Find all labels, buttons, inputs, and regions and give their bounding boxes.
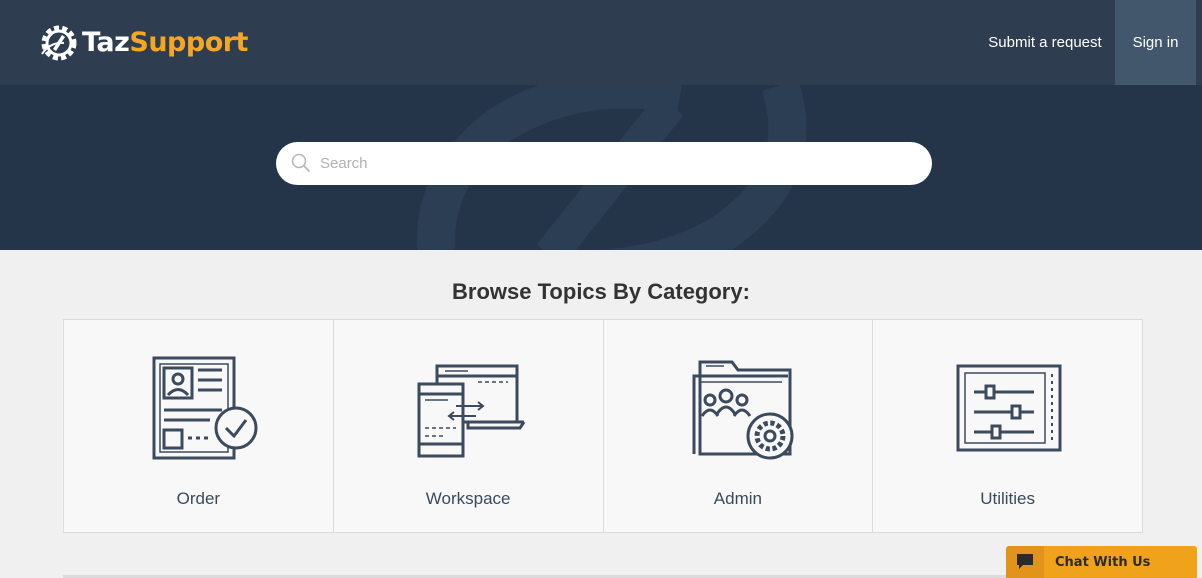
category-label-utilities: Utilities <box>980 489 1036 508</box>
admin-folder-gear-icon <box>692 360 794 460</box>
category-label-admin: Admin <box>713 489 762 508</box>
logo-text-support: Support <box>129 27 248 58</box>
search-input[interactable] <box>320 142 910 185</box>
search-bar[interactable] <box>276 142 932 185</box>
workspace-devices-icon <box>417 364 526 458</box>
category-label-workspace: Workspace <box>425 489 511 508</box>
category-card-order[interactable]: Order <box>64 320 334 532</box>
logo-text-taz: Taz <box>82 27 130 58</box>
chat-icon-box <box>1006 546 1044 578</box>
chat-with-us-button[interactable]: Chat With Us <box>1006 546 1197 578</box>
browse-topics-heading: Browse Topics By Category: <box>452 279 750 304</box>
site-header: TazSupport Submit a request Sign in <box>0 0 1202 85</box>
submit-request-link[interactable]: Submit a request <box>976 0 1114 85</box>
search-icon <box>291 153 311 173</box>
order-document-check-icon <box>152 356 258 460</box>
taz-support-logo[interactable]: TazSupport <box>38 22 248 64</box>
category-card-utilities[interactable]: Utilities <box>873 320 1142 532</box>
utilities-sliders-icon <box>956 364 1062 452</box>
sign-in-button[interactable]: Sign in <box>1115 0 1196 85</box>
category-label-order: Order <box>176 489 221 508</box>
category-grid: Order Workspace Admin Utilities <box>63 319 1143 533</box>
chat-label: Chat With Us <box>1055 554 1151 570</box>
search-hero <box>0 85 1202 250</box>
gear-logo-icon <box>41 25 77 61</box>
chat-bubble-icon <box>1017 554 1033 569</box>
category-card-workspace[interactable]: Workspace <box>334 320 604 532</box>
category-card-admin[interactable]: Admin <box>604 320 874 532</box>
